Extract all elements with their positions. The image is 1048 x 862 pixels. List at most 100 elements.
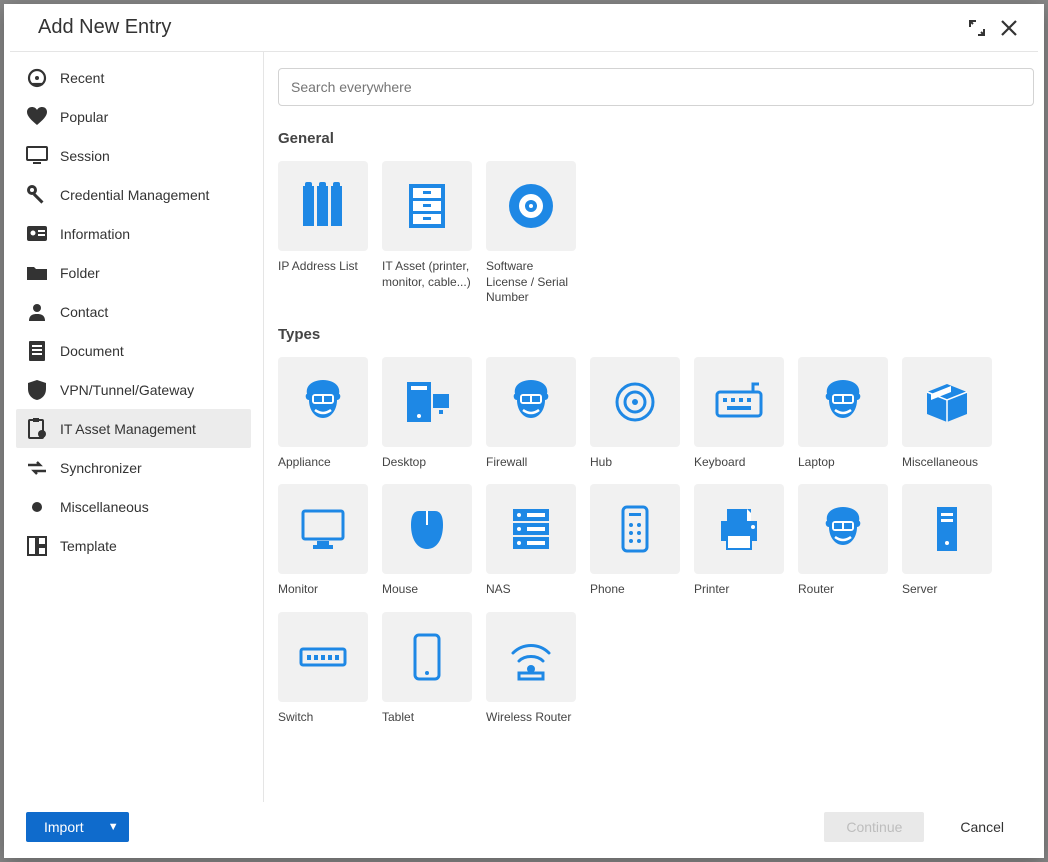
card-tile (382, 357, 472, 447)
sync-icon (26, 457, 48, 479)
entry-card-phone[interactable]: Phone (590, 484, 680, 598)
entry-card-nas[interactable]: NAS (486, 484, 576, 598)
tablet-icon (401, 631, 453, 683)
card-tile (694, 484, 784, 574)
keyboard-icon (713, 376, 765, 428)
entry-card-tablet[interactable]: Tablet (382, 612, 472, 726)
sidebar-item-label: IT Asset Management (60, 421, 196, 437)
sidebar-item-label: Popular (60, 109, 108, 125)
entry-card-keyboard[interactable]: Keyboard (694, 357, 784, 471)
entry-card-router[interactable]: Router (798, 484, 888, 598)
binder-icon (297, 180, 349, 232)
card-tile (486, 484, 576, 574)
sidebar-item-vpn-tunnel-gateway[interactable]: VPN/Tunnel/Gateway (16, 370, 251, 409)
card-label: Software License / Serial Number (486, 259, 576, 306)
entry-card-monitor[interactable]: Monitor (278, 484, 368, 598)
box-icon (921, 376, 973, 428)
card-tile (278, 161, 368, 251)
entry-card-wireless-router[interactable]: Wireless Router (486, 612, 576, 726)
card-tile (382, 612, 472, 702)
sidebar-item-popular[interactable]: Popular (16, 97, 251, 136)
card-label: Router (798, 582, 888, 598)
sidebar-item-label: Information (60, 226, 130, 242)
main-panel: GeneralIP Address ListIT Asset (printer,… (264, 52, 1044, 802)
drawer-icon (401, 180, 453, 232)
sidebar-item-document[interactable]: Document (16, 331, 251, 370)
card-label: IT Asset (printer, monitor, cable...) (382, 259, 472, 290)
search-input[interactable] (278, 68, 1034, 106)
card-label: NAS (486, 582, 576, 598)
sidebar-item-label: VPN/Tunnel/Gateway (60, 382, 194, 398)
face-icon (817, 503, 869, 555)
face-icon (817, 376, 869, 428)
printer-icon (713, 503, 765, 555)
sidebar-item-label: Contact (60, 304, 108, 320)
card-tile (278, 612, 368, 702)
card-label: Mouse (382, 582, 472, 598)
wifi-icon (505, 631, 557, 683)
modal-title: Add New Entry (38, 16, 968, 39)
key-icon (26, 184, 48, 206)
template-icon (26, 535, 48, 557)
sidebar-item-label: Document (60, 343, 124, 359)
recent-icon (26, 67, 48, 89)
expand-icon[interactable] (968, 19, 986, 37)
shield-icon (26, 379, 48, 401)
desktop-icon (401, 376, 453, 428)
card-tile (486, 161, 576, 251)
entry-card-printer[interactable]: Printer (694, 484, 784, 598)
card-label: Miscellaneous (902, 455, 992, 471)
entry-grid: IP Address List IT Asset (printer, monito… (278, 161, 1034, 306)
id-card-icon (26, 223, 48, 245)
entry-card-it-asset-printer-monitor-cable[interactable]: IT Asset (printer, monitor, cable...) (382, 161, 472, 306)
card-tile (278, 484, 368, 574)
entry-card-appliance[interactable]: Appliance (278, 357, 368, 471)
sidebar-item-label: Credential Management (60, 187, 209, 203)
entry-card-miscellaneous[interactable]: Miscellaneous (902, 357, 992, 471)
card-label: Firewall (486, 455, 576, 471)
continue-button: Continue (824, 812, 924, 842)
card-label: Server (902, 582, 992, 598)
entry-card-switch[interactable]: Switch (278, 612, 368, 726)
entry-card-server[interactable]: Server (902, 484, 992, 598)
sidebar-item-information[interactable]: Information (16, 214, 251, 253)
card-tile (486, 612, 576, 702)
sidebar-item-folder[interactable]: Folder (16, 253, 251, 292)
import-label: Import (44, 819, 84, 835)
card-label: Laptop (798, 455, 888, 471)
face-icon (297, 376, 349, 428)
sidebar-item-miscellaneous[interactable]: Miscellaneous (16, 487, 251, 526)
sidebar-item-label: Recent (60, 70, 104, 86)
card-label: Switch (278, 710, 368, 726)
entry-card-desktop[interactable]: Desktop (382, 357, 472, 471)
entry-card-ip-address-list[interactable]: IP Address List (278, 161, 368, 306)
entry-grid: ApplianceDesktop Firewall Hub Keyboard Lapto… (278, 357, 1034, 726)
entry-card-firewall[interactable]: Firewall (486, 357, 576, 471)
close-icon[interactable] (1000, 19, 1018, 37)
sidebar-item-template[interactable]: Template (16, 526, 251, 565)
sidebar-item-recent[interactable]: Recent (16, 58, 251, 97)
document-icon (26, 340, 48, 362)
sidebar-item-label: Session (60, 148, 110, 164)
import-button[interactable]: Import ▼ (26, 812, 129, 842)
card-label: Monitor (278, 582, 368, 598)
card-label: Hub (590, 455, 680, 471)
entry-card-hub[interactable]: Hub (590, 357, 680, 471)
sidebar-item-synchronizer[interactable]: Synchronizer (16, 448, 251, 487)
sidebar-item-it-asset-management[interactable]: IT Asset Management (16, 409, 251, 448)
entry-card-laptop[interactable]: Laptop (798, 357, 888, 471)
sidebar-item-contact[interactable]: Contact (16, 292, 251, 331)
sidebar-item-label: Synchronizer (60, 460, 142, 476)
card-tile (382, 161, 472, 251)
entry-card-mouse[interactable]: Mouse (382, 484, 472, 598)
section-title: Types (278, 326, 1034, 343)
cancel-button[interactable]: Cancel (942, 812, 1022, 842)
sidebar-item-session[interactable]: Session (16, 136, 251, 175)
card-tile (486, 357, 576, 447)
sidebar-item-credential-management[interactable]: Credential Management (16, 175, 251, 214)
card-tile (382, 484, 472, 574)
entry-card-software-license-serial-number[interactable]: Software License / Serial Number (486, 161, 576, 306)
cancel-label: Cancel (960, 819, 1004, 835)
category-sidebar: Recent Popular Session Credential Managemen… (4, 52, 264, 802)
folder-icon (26, 262, 48, 284)
